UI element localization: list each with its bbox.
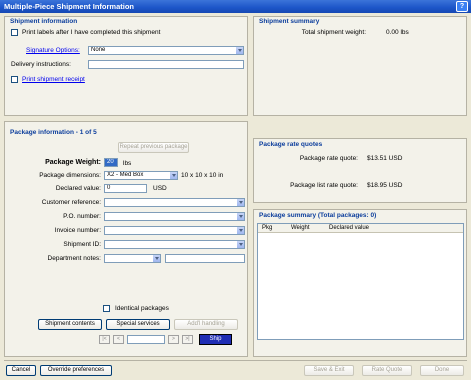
help-button[interactable]: ? [456,1,468,12]
signature-options-select[interactable]: None [88,46,244,55]
repeat-previous-package-button[interactable]: Repeat previous package [118,142,189,153]
cancel-button[interactable]: Cancel [6,365,36,376]
chevron-down-icon[interactable] [152,255,160,262]
previous-package-button[interactable]: < [113,335,124,344]
package-summary-title: Package summary (Total packages: 0) [259,212,377,219]
print-shipment-receipt-link[interactable]: Print shipment receipt [22,76,85,83]
package-weight-label: Package Weight: [45,159,101,166]
declared-value-unit: USD [153,185,167,192]
signature-options-value: None [91,47,106,53]
ship-button[interactable]: Ship [199,334,232,345]
signature-options-link[interactable]: Signature Options: [26,47,80,54]
next-package-button[interactable]: > [168,335,179,344]
first-package-button[interactable]: |< [99,335,110,344]
shipment-id-select[interactable] [104,240,245,249]
department-notes-label: Department notes: [47,255,101,262]
package-dimensions-value: X2 - Med Box [107,172,144,178]
shipment-summary-panel: Shipment summary Total shipment weight: … [253,16,467,116]
po-number-select[interactable] [104,212,245,221]
package-rate-quote-label: Package rate quote: [299,155,358,162]
package-rate-quote-value: $13.51 USD [367,155,403,162]
chevron-down-icon[interactable] [169,172,177,179]
print-labels-label: Print labels after I have completed this… [22,29,161,36]
invoice-number-select[interactable] [104,226,245,235]
total-weight-value: 0.00 lbs [386,29,409,36]
rate-quote-button[interactable]: Rate Quote [362,365,412,376]
column-header-pkg[interactable]: Pkg [262,225,272,231]
package-rate-quotes-title: Package rate quotes [259,141,323,148]
override-preferences-button[interactable]: Override preferences [40,365,112,376]
save-exit-button[interactable]: Save & Exit [304,365,354,376]
package-rate-quotes-panel: Package rate quotes Package rate quote: … [253,138,467,203]
package-dimensions-size: 10 x 10 x 10 in [181,172,224,179]
package-summary-panel: Package summary (Total packages: 0) Pkg … [253,209,467,357]
shipment-contents-button[interactable]: Shipment contents [38,319,102,330]
additional-handling-button[interactable]: Add'l handling [174,319,238,330]
special-services-button[interactable]: Special services [106,319,170,330]
package-weight-input[interactable]: 20 [104,158,118,167]
chevron-down-icon[interactable] [235,47,243,54]
package-list-rate-value: $18.95 USD [367,182,403,189]
print-receipt-checkbox[interactable] [11,76,18,83]
chevron-down-icon[interactable] [236,199,244,206]
package-summary-table[interactable]: Pkg Weight Declared value [257,223,464,340]
department-notes-input[interactable] [165,254,245,263]
weight-unit-label: lbs [123,160,132,167]
package-number-input[interactable] [127,335,165,344]
delivery-instructions-input[interactable] [88,60,244,69]
last-package-button[interactable]: >| [182,335,193,344]
shipment-information-title: Shipment information [10,18,78,25]
package-information-title: Package information - 1 of 5 [10,129,97,136]
chevron-down-icon[interactable] [236,241,244,248]
customer-reference-select[interactable] [104,198,245,207]
invoice-number-label: Invoice number: [54,227,101,234]
declared-value-input[interactable]: 0 [104,184,147,193]
package-summary-table-header: Pkg Weight Declared value [258,224,463,233]
chevron-down-icon[interactable] [236,213,244,220]
customer-reference-label: Customer reference: [41,199,101,206]
package-list-rate-label: Package list rate quote: [290,182,358,189]
identical-packages-label: Identical packages [115,305,169,312]
done-button[interactable]: Done [420,365,464,376]
declared-value-label: Declared value: [55,185,101,192]
footer-divider [4,360,467,361]
column-header-weight[interactable]: Weight [291,225,310,231]
total-weight-label: Total shipment weight: [301,29,366,36]
chevron-down-icon[interactable] [236,227,244,234]
department-notes-select[interactable] [104,254,161,263]
shipment-information-panel: Shipment information Print labels after … [4,16,248,116]
shipment-summary-title: Shipment summary [259,18,320,25]
shipment-id-label: Shipment ID: [63,241,101,248]
po-number-label: P.O. number: [63,213,101,220]
package-information-panel: Package information - 1 of 5 Repeat prev… [4,121,248,357]
package-dimensions-label: Package dimensions: [39,172,101,179]
window-title: Multiple-Piece Shipment Information [4,2,135,11]
package-dimensions-select[interactable]: X2 - Med Box [104,171,178,180]
print-labels-checkbox[interactable] [11,29,18,36]
column-header-declared-value[interactable]: Declared value [329,225,369,231]
identical-packages-checkbox[interactable] [103,305,110,312]
window-title-bar: Multiple-Piece Shipment Information ? [0,0,471,13]
delivery-instructions-label: Delivery instructions: [11,61,71,68]
